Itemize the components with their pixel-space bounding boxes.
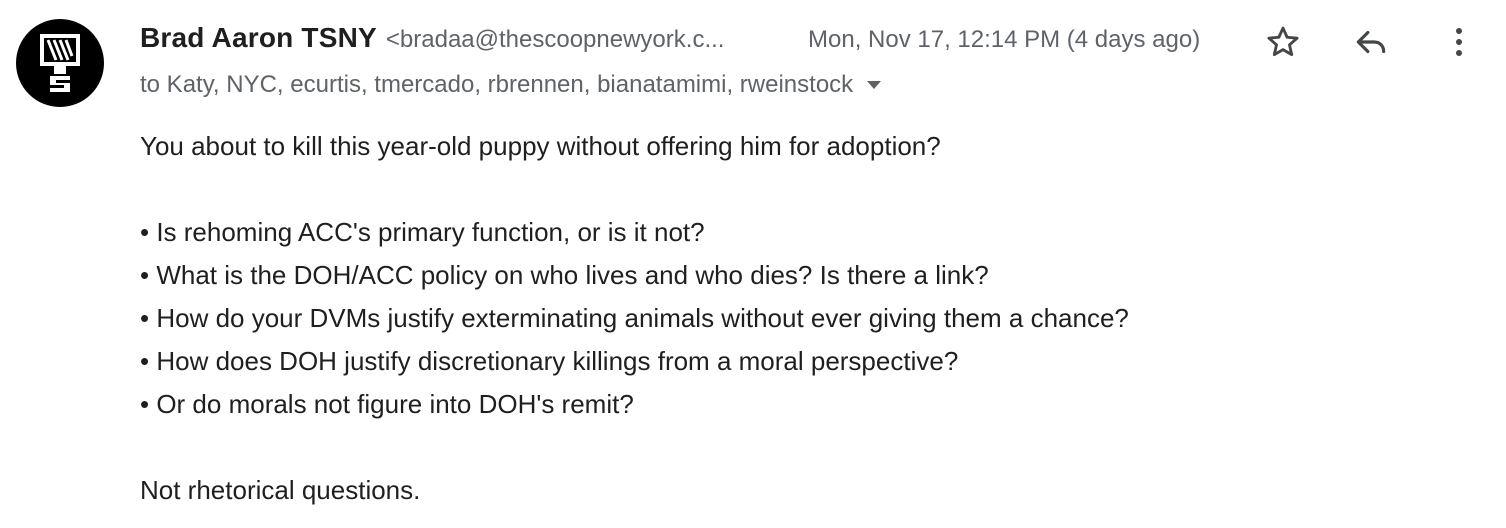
sender-name[interactable]: Brad Aaron TSNY <box>140 22 377 54</box>
sender-line: Brad Aaron TSNY <bradaa@thescoopnewyork.… <box>140 22 724 62</box>
recipients-line: to Katy, NYC, ecurtis, tmercado, rbrenne… <box>140 71 883 99</box>
more-vert-icon <box>1456 28 1462 56</box>
message-bullet: • How do your DVMs justify exterminating… <box>140 303 1129 333</box>
star-icon <box>1267 26 1299 57</box>
sender-avatar[interactable] <box>16 19 104 107</box>
message-bullet: • What is the DOH/ACC policy on who live… <box>140 260 989 290</box>
tsny-logo-icon <box>40 34 80 92</box>
recipients-text: to Katy, NYC, ecurtis, tmercado, rbrenne… <box>140 71 854 98</box>
message-timestamp: Mon, Nov 17, 12:14 PM (4 days ago) <box>808 26 1201 53</box>
message-opening: You about to kill this year-old puppy wi… <box>140 131 941 161</box>
message-closing: Not rhetorical questions. <box>140 475 421 505</box>
message-bullet: • Is rehoming ACC's primary function, or… <box>140 217 705 247</box>
message-bullet: • Or do morals not figure into DOH's rem… <box>140 389 634 419</box>
show-details-button[interactable] <box>865 76 883 94</box>
reply-icon <box>1356 30 1386 54</box>
message-bullet: • How does DOH justify discretionary kil… <box>140 346 959 376</box>
sender-email[interactable]: <bradaa@thescoopnewyork.c... <box>386 26 725 54</box>
reply-button[interactable] <box>1349 20 1393 64</box>
more-options-button[interactable] <box>1437 20 1481 64</box>
chevron-down-icon <box>867 81 882 89</box>
star-button[interactable] <box>1261 20 1305 64</box>
